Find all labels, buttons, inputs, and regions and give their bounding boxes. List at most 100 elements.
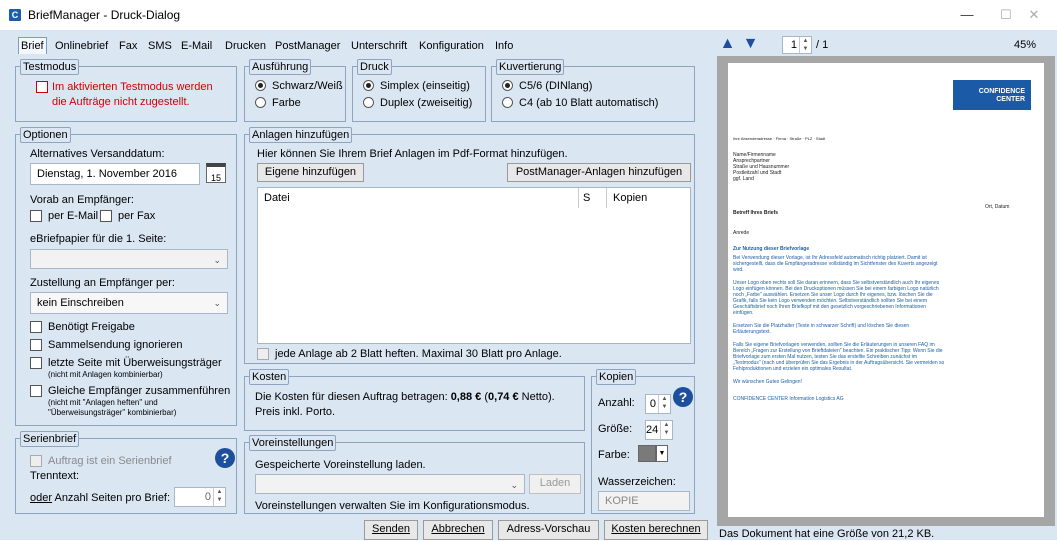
letzte-seite-label: letzte Seite mit Überweisungsträger [48, 357, 222, 369]
farbe-copy-label: Farbe: [598, 449, 630, 461]
per-email-label: per E-Mail [48, 210, 99, 222]
staple-checkbox[interactable] [257, 348, 269, 360]
address-preview-button[interactable]: Adress-Vorschau [498, 520, 599, 540]
page-total: / 1 [816, 39, 829, 51]
spinner-arrows-icon[interactable]: ▲ ▼ [658, 395, 670, 413]
attachment-table[interactable]: Datei S Kopien [257, 187, 691, 344]
doc-p4e: Fehlproduktionen und erzielen ein optima… [733, 366, 853, 372]
color-swatch[interactable] [638, 445, 656, 462]
kosten-line1: Die Kosten für diesen Auftrag betragen: … [255, 390, 555, 404]
gleiche-checkbox[interactable] [30, 385, 42, 397]
doc-addr-5: ggf. Land [733, 176, 754, 182]
menu-konfiguration[interactable]: Konfiguration [417, 38, 486, 54]
spinner-arrows-icon[interactable]: ▲ ▼ [213, 488, 225, 506]
anzahl-label: Anzahl: [598, 397, 635, 409]
close-button[interactable]: ✕ [1011, 0, 1057, 30]
optionen-label: Optionen [20, 127, 71, 143]
cancel-label: Abbrechen [431, 523, 485, 535]
per-fax-checkbox[interactable] [100, 210, 112, 222]
radio-c4[interactable] [502, 97, 513, 108]
voreinstellungen-dropdown[interactable]: ⌄ [255, 474, 525, 494]
ausfuehrung-group: Ausführung Schwarz/Weiß Farbe [244, 59, 346, 122]
spinner-arrows-icon[interactable]: ▲ ▼ [660, 421, 672, 439]
oder-text: oder [30, 492, 53, 504]
radio-simplex[interactable] [363, 80, 374, 91]
testmodus-label: Testmodus [20, 59, 80, 75]
app-icon: C [9, 9, 21, 21]
send-button[interactable]: Senden [364, 520, 418, 540]
calculate-costs-button[interactable]: Kosten berechnen [604, 520, 708, 540]
menu-info[interactable]: Info [493, 38, 515, 54]
per-email-checkbox[interactable] [30, 210, 42, 222]
col-kopien: Kopien [613, 192, 648, 204]
calendar-icon[interactable]: 15 [206, 163, 226, 183]
doc-subject: Betreff Ihres Briefs [733, 210, 779, 216]
zoom-value[interactable]: 45% [1014, 38, 1036, 52]
chevron-down-icon[interactable]: ▼ [656, 445, 668, 462]
menu-sms[interactable]: SMS [146, 38, 174, 54]
radio-farbe[interactable] [255, 97, 266, 108]
groesse-label: Größe: [598, 423, 633, 435]
gleiche-note-1: (nicht mit "Anlagen heften" und [48, 398, 158, 407]
menu-fax[interactable]: Fax [117, 38, 139, 54]
radio-schwarzweiss[interactable] [255, 80, 266, 91]
testmodus-checkbox[interactable] [36, 81, 48, 93]
add-own-attachment-button[interactable]: Eigene hinzufügen [257, 163, 364, 182]
kopien-group: Kopien Anzahl: 0 ▲ ▼ ? Größe: 24 ▲ ▼ Farbe: … [591, 369, 695, 514]
spinner-arrows-icon[interactable]: ▲ ▼ [799, 37, 811, 53]
calculate-costs-label: Kosten berechnen [611, 523, 701, 535]
doc-p1c: wird. [733, 267, 744, 273]
menu-email[interactable]: E-Mail [179, 38, 214, 54]
zustellung-value: kein Einschreiben [37, 297, 124, 309]
radio-c56[interactable] [502, 80, 513, 91]
doc-sender: Ihre Absenderadresse · Firma · Straße · … [733, 136, 826, 141]
page-up-icon[interactable]: ▲ [718, 35, 737, 53]
kopien-label: Kopien [596, 369, 637, 385]
sammel-checkbox[interactable] [30, 339, 42, 351]
wasserzeichen-input[interactable]: KOPIE [598, 491, 690, 511]
serienbrief-checkbox[interactable] [30, 455, 42, 467]
add-postmanager-attachment-button[interactable]: PostManager-Anlagen hinzufügen [507, 163, 691, 182]
menu-unterschrift[interactable]: Unterschrift [349, 38, 409, 54]
doc-p1b: sichergestellt, dass die Empfängeradress… [733, 261, 938, 267]
date-input[interactable]: Dienstag, 1. November 2016 [30, 163, 200, 185]
vorab-label: Vorab an Empfänger: [30, 194, 134, 206]
gleiche-note-2: "Überweisungsträger" kombinierbar) [48, 408, 177, 417]
seiten-spinner[interactable]: 0 ▲ ▼ [174, 487, 226, 507]
kosten-post: Netto). [518, 391, 555, 403]
letzte-seite-note: (nicht mit Anlagen kombinierbar) [48, 370, 163, 379]
anzahl-spinner[interactable]: 0 ▲ ▼ [645, 394, 671, 414]
col-datei: Datei [264, 192, 290, 204]
chevron-down-icon: ⌄ [510, 480, 518, 490]
letzte-seite-checkbox[interactable] [30, 357, 42, 369]
per-fax-label: per Fax [118, 210, 156, 222]
groesse-spinner[interactable]: 24 ▲ ▼ [645, 420, 673, 440]
cancel-button[interactable]: Abbrechen [423, 520, 493, 540]
menu-postmanager[interactable]: PostManager [273, 38, 342, 54]
load-preset-button[interactable]: Laden [529, 474, 581, 494]
kosten-pre: Die Kosten für diesen Auftrag betragen: [255, 391, 451, 403]
doc-closing: Wir wünschen Gutes Gelingen! [733, 379, 802, 385]
serienbrief-group: Serienbrief Auftrag ist ein Serienbrief … [15, 431, 237, 514]
ebrief-dropdown[interactable]: ⌄ [30, 249, 228, 269]
col-s: S [583, 192, 591, 204]
kosten-paren: ( [481, 391, 489, 403]
kosten-brutto: 0,88 € [450, 391, 482, 403]
document-size-status: Das Dokument hat eine Größe von 21,2 KB. [719, 528, 935, 540]
menu-onlinebrief[interactable]: Onlinebrief [53, 38, 110, 54]
page-down-icon[interactable]: ▼ [741, 35, 760, 53]
anlagen-info: Hier können Sie Ihrem Brief Anlagen im P… [257, 148, 568, 160]
menu-drucken[interactable]: Drucken [223, 38, 268, 54]
page-number-spinner[interactable]: 1 ▲ ▼ [782, 36, 812, 54]
c4-label: C4 (ab 10 Blatt automatisch) [519, 97, 659, 109]
doc-p2e: Geschäftsbrief noch Ihren Briefkopf mit … [733, 304, 926, 310]
freigabe-checkbox[interactable] [30, 321, 42, 333]
zustellung-dropdown[interactable]: kein Einschreiben ⌄ [30, 292, 228, 314]
menu-brief[interactable]: Brief [18, 37, 47, 54]
testmodus-group: Testmodus Im aktivierten Testmodus werde… [15, 59, 237, 122]
radio-duplex[interactable] [363, 97, 374, 108]
help-icon[interactable]: ? [215, 448, 235, 468]
help-icon[interactable]: ? [673, 387, 693, 407]
chevron-down-icon: ⌄ [213, 298, 221, 308]
kosten-group: Kosten Die Kosten für diesen Auftrag bet… [244, 369, 585, 431]
